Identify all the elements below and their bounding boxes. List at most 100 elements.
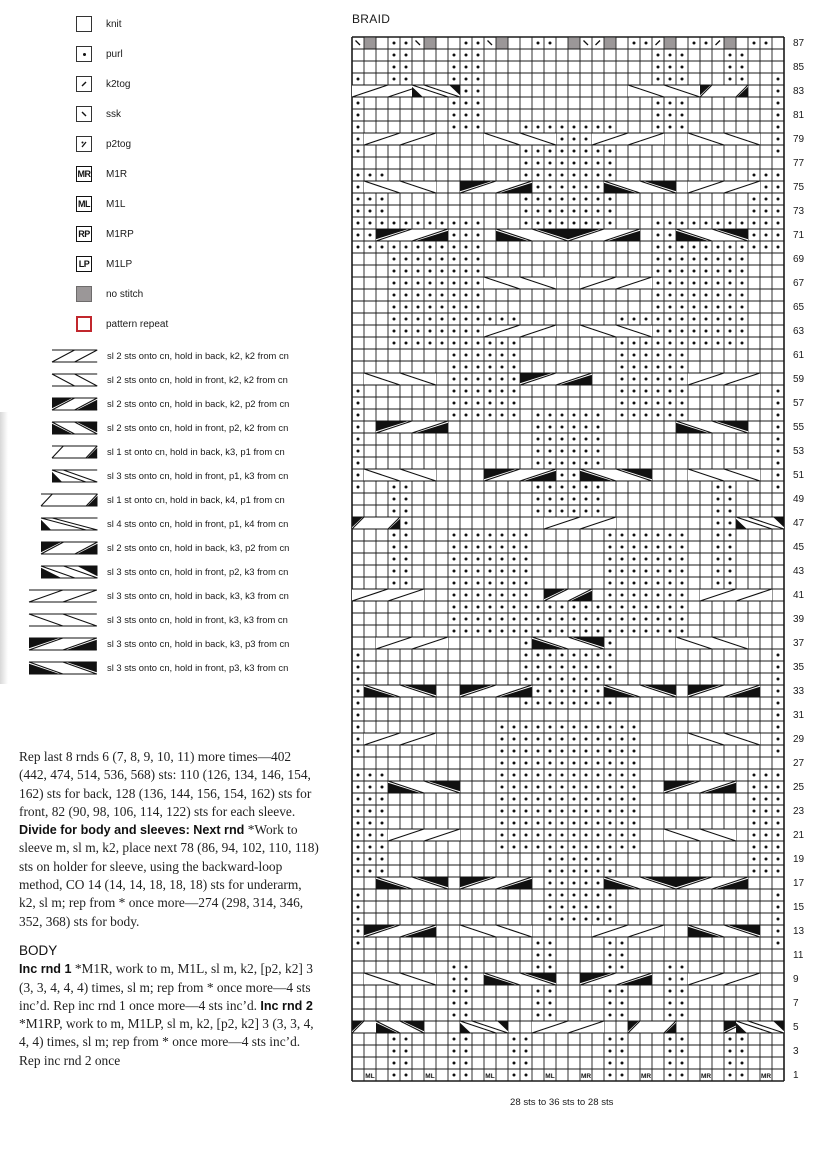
purl-dot bbox=[452, 1037, 456, 1041]
purl-dot bbox=[692, 305, 696, 309]
purl-dot bbox=[536, 185, 540, 189]
purl-dot bbox=[476, 605, 480, 609]
purl-dot bbox=[632, 737, 636, 741]
purl-dot bbox=[680, 365, 684, 369]
purl-dot bbox=[644, 365, 648, 369]
purl-dot bbox=[548, 989, 552, 993]
purl-dot bbox=[776, 89, 780, 93]
legend-item-purl: purl bbox=[76, 44, 123, 64]
purl-dot bbox=[752, 173, 756, 177]
purl-dot bbox=[452, 257, 456, 261]
purl-dot bbox=[608, 857, 612, 861]
purl-dot bbox=[632, 581, 636, 585]
purl-dot bbox=[536, 725, 540, 729]
purl-dot bbox=[416, 281, 420, 285]
purl-dot bbox=[440, 293, 444, 297]
purl-dot bbox=[356, 821, 360, 825]
purl-dot bbox=[644, 569, 648, 573]
purl-dot bbox=[524, 773, 528, 777]
cable-symbol-icon bbox=[51, 421, 98, 435]
purl-dot bbox=[488, 353, 492, 357]
purl-dot bbox=[368, 845, 372, 849]
chart-cable-cross bbox=[483, 132, 557, 146]
purl-dot bbox=[728, 1061, 732, 1065]
purl-dot bbox=[548, 953, 552, 957]
purl-dot bbox=[716, 509, 720, 513]
purl-dot bbox=[668, 101, 672, 105]
purl-dot bbox=[356, 797, 360, 801]
purl-dot bbox=[560, 749, 564, 753]
purl-dot bbox=[644, 593, 648, 597]
purl-dot bbox=[428, 221, 432, 225]
purl-dot bbox=[356, 125, 360, 129]
pattern-repeat-box-icon bbox=[76, 316, 92, 332]
purl-dot bbox=[548, 449, 552, 453]
purl-dot bbox=[620, 1037, 624, 1041]
chart-cable-cross bbox=[675, 420, 749, 434]
no-stitch-cell bbox=[664, 37, 676, 49]
purl-dot bbox=[392, 65, 396, 69]
purl-dot bbox=[776, 389, 780, 393]
purl-dot bbox=[536, 449, 540, 453]
purl-dot bbox=[500, 557, 504, 561]
purl-dot bbox=[668, 221, 672, 225]
row-number-label: 11 bbox=[793, 950, 804, 961]
purl-dot bbox=[776, 905, 780, 909]
chart-cable-cross bbox=[687, 180, 761, 194]
chart-cable-cross bbox=[363, 972, 437, 986]
purl-dot bbox=[548, 797, 552, 801]
purl-dot bbox=[608, 161, 612, 165]
purl-dot bbox=[644, 377, 648, 381]
purl-dot bbox=[632, 401, 636, 405]
purl-dot bbox=[680, 593, 684, 597]
chart-cable-cross bbox=[483, 468, 557, 482]
purl-dot bbox=[380, 773, 384, 777]
purl-dot bbox=[776, 689, 780, 693]
purl-dot bbox=[740, 245, 744, 249]
purl-dot bbox=[524, 665, 528, 669]
purl-dot bbox=[620, 749, 624, 753]
purl-dot bbox=[548, 689, 552, 693]
purl-dot bbox=[536, 425, 540, 429]
purl-dot bbox=[560, 149, 564, 153]
purl-dot bbox=[608, 869, 612, 873]
purl-dot bbox=[404, 221, 408, 225]
cable-legend-label: sl 2 sts onto cn, hold in back, k3, p2 f… bbox=[107, 542, 290, 553]
chart-cable-cross bbox=[687, 972, 761, 986]
row-number-label: 71 bbox=[793, 230, 805, 241]
purl-dot bbox=[728, 293, 732, 297]
purl-dot bbox=[620, 1001, 624, 1005]
purl-dot bbox=[404, 1073, 408, 1077]
purl-dot bbox=[740, 1049, 744, 1053]
purl-dot bbox=[608, 725, 612, 729]
purl-dot bbox=[608, 809, 612, 813]
purl-dot bbox=[620, 593, 624, 597]
purl-dot bbox=[464, 341, 468, 345]
purl-dot bbox=[656, 53, 660, 57]
purl-dot bbox=[668, 269, 672, 273]
cable-band bbox=[484, 325, 556, 337]
purl-dot bbox=[620, 821, 624, 825]
purl-dot bbox=[728, 305, 732, 309]
purl-dot bbox=[512, 773, 516, 777]
purl-dot bbox=[632, 557, 636, 561]
purl-dot bbox=[632, 605, 636, 609]
legend-label: purl bbox=[106, 48, 123, 60]
no-stitch-cell bbox=[568, 37, 580, 49]
purl-dot bbox=[500, 833, 504, 837]
purl-dot bbox=[656, 593, 660, 597]
chart-cable-cross bbox=[375, 1020, 425, 1034]
purl-dot bbox=[656, 281, 660, 285]
purl-dot bbox=[368, 233, 372, 237]
purl-dot bbox=[488, 629, 492, 633]
purl-dot bbox=[668, 257, 672, 261]
purl-dot bbox=[596, 761, 600, 765]
purl-dot bbox=[452, 281, 456, 285]
purl-dot bbox=[524, 785, 528, 789]
purl-dot bbox=[752, 821, 756, 825]
purl-dot bbox=[356, 233, 360, 237]
purl-dot bbox=[740, 221, 744, 225]
purl-dot bbox=[476, 257, 480, 261]
chart-cable-cross bbox=[699, 588, 773, 602]
purl-dot bbox=[776, 113, 780, 117]
